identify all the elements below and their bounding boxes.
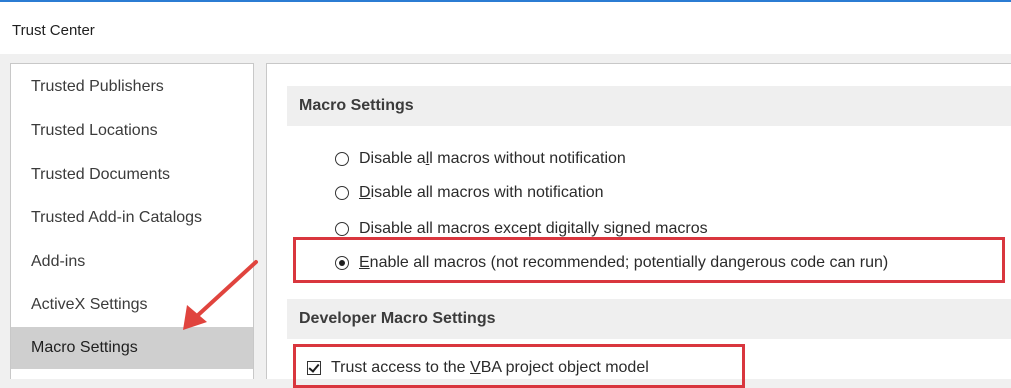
sidebar-item-trusted-locations[interactable]: Trusted Locations	[11, 110, 253, 152]
sidebar-item-trusted-add-in-catalogs[interactable]: Trusted Add-in Catalogs	[11, 197, 253, 239]
radio-label: Enable all macros (not recommended; pote…	[359, 254, 889, 271]
window-title: Trust Center	[12, 22, 95, 39]
checkmark-icon	[308, 361, 320, 373]
radio-disable-except-signed[interactable]: Disable all macros except digitally sign…	[335, 214, 708, 244]
radio-button[interactable]	[335, 186, 349, 200]
radio-button-selected[interactable]	[335, 256, 349, 270]
sidebar-item-activex-settings[interactable]: ActiveX Settings	[11, 284, 253, 326]
radio-enable-all-macros[interactable]: Enable all macros (not recommended; pote…	[335, 248, 888, 278]
radio-disable-with-notification[interactable]: Disable all macros with notification	[335, 178, 604, 208]
sidebar-nav: Trusted Publishers Trusted Locations Tru…	[10, 63, 254, 379]
radio-button[interactable]	[335, 152, 349, 166]
sidebar-item-macro-settings[interactable]: Macro Settings	[11, 327, 253, 369]
radio-label: Disable all macros with notification	[359, 184, 604, 201]
radio-label: Disable all macros without notification	[359, 150, 626, 167]
macro-settings-header: Macro Settings	[287, 86, 1011, 126]
radio-label: Disable all macros except digitally sign…	[359, 220, 708, 237]
developer-macro-settings-header: Developer Macro Settings	[287, 299, 1011, 339]
radio-button[interactable]	[335, 222, 349, 236]
radio-disable-without-notification[interactable]: Disable all macros without notification	[335, 144, 626, 174]
checkbox-label: Trust access to the VBA project object m…	[331, 359, 649, 376]
settings-panel: Macro Settings Disable all macros withou…	[266, 63, 1011, 379]
sidebar-item-trusted-publishers[interactable]: Trusted Publishers	[11, 66, 253, 108]
title-bar: Trust Center	[0, 2, 1011, 54]
sidebar-item-trusted-documents[interactable]: Trusted Documents	[11, 154, 253, 196]
sidebar-item-add-ins[interactable]: Add-ins	[11, 241, 253, 283]
checkbox[interactable]	[307, 361, 321, 375]
